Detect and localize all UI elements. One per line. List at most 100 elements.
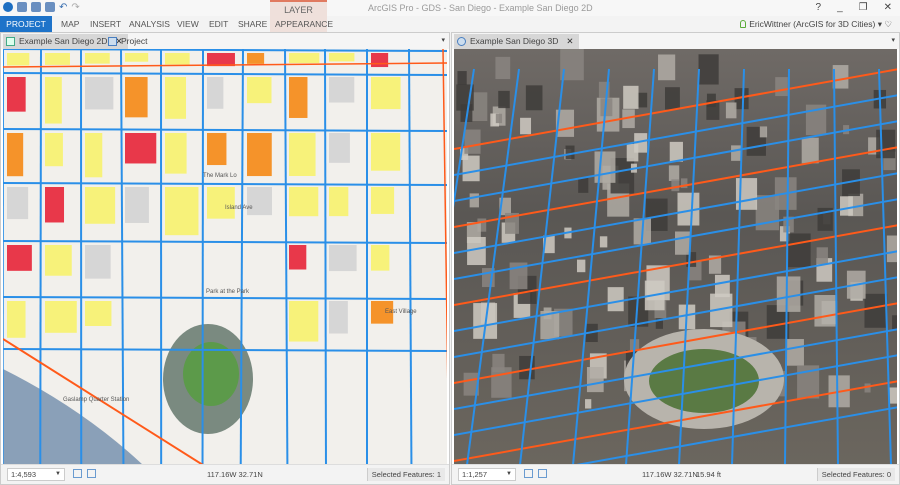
tab-project-pane[interactable]: Project [105, 34, 153, 49]
tab-label: Example San Diego 2D [19, 36, 108, 46]
3d-building [565, 145, 575, 160]
zoom-to-selection-icon[interactable] [524, 469, 533, 478]
3d-building [669, 141, 683, 162]
building-footprint [207, 77, 224, 109]
3d-building [520, 117, 532, 135]
selected-features[interactable]: Selected Features: 1 [366, 468, 445, 481]
map-label: The Mark Lo [203, 173, 237, 179]
3d-building [776, 276, 801, 312]
3d-building [775, 77, 788, 97]
building-footprint [7, 53, 30, 66]
building-footprint [371, 53, 389, 68]
building-footprint [7, 77, 26, 112]
user-icon [740, 20, 747, 28]
tab-example-san-diego-3d[interactable]: Example San Diego 3D ✕ [454, 34, 580, 49]
tab-analysis[interactable]: ANALYSIS [129, 16, 170, 32]
map-label: Island Ave [225, 205, 253, 211]
building-footprint [207, 53, 235, 67]
close-tab-icon[interactable]: ✕ [566, 36, 573, 46]
undo-icon[interactable]: ↶ [59, 2, 67, 13]
scale-selector[interactable]: 1:1,257 ▼ [458, 468, 516, 481]
3d-building [675, 231, 691, 255]
3d-building [658, 54, 676, 81]
3d-building [585, 399, 592, 409]
tab-map[interactable]: MAP [61, 16, 79, 32]
building-footprint [125, 133, 157, 164]
restore-button[interactable]: ❐ [859, 2, 868, 13]
tab-insert[interactable]: INSERT [90, 16, 121, 32]
3d-building [698, 54, 719, 85]
elevation: 15.94 ft [696, 470, 722, 479]
snapping-icon[interactable] [87, 469, 96, 478]
3d-building [664, 87, 680, 110]
map-canvas-2d[interactable]: The Mark Lo Island Ave Park at the Park … [3, 49, 447, 464]
building-footprint [85, 187, 116, 224]
3d-building [491, 367, 512, 398]
tab-edit[interactable]: EDIT [209, 16, 228, 32]
3d-building [731, 145, 742, 161]
building-footprint [165, 133, 187, 174]
3d-ballpark-field [649, 349, 759, 413]
3d-building [725, 102, 737, 119]
tab-project[interactable]: PROJECT [0, 16, 52, 32]
minimize-button[interactable]: _ [837, 2, 843, 13]
scene-canvas-3d[interactable] [454, 49, 897, 464]
new-project-icon[interactable] [17, 2, 27, 12]
feedback-icon[interactable]: ♡ [884, 19, 892, 29]
chevron-down-icon: ▼ [506, 471, 512, 477]
quick-access-toolbar: ↶ ↷ [3, 2, 80, 13]
3d-building [864, 293, 888, 328]
close-button[interactable]: ✕ [884, 2, 892, 13]
3d-building [576, 259, 586, 273]
user-account[interactable]: EricWittner (ArcGIS for 3D Cities) ▾ ♡ [740, 19, 892, 30]
building-footprint [7, 245, 32, 271]
3d-building [759, 126, 768, 138]
building-footprint [247, 133, 272, 177]
building-footprint [7, 187, 29, 220]
selected-features[interactable]: Selected Features: 0 [816, 468, 895, 481]
building-footprint [7, 133, 24, 177]
tab-view[interactable]: VIEW [177, 16, 199, 32]
coordinates: 117.16W 32.71N [642, 470, 698, 479]
building-footprint [289, 245, 307, 270]
building-footprint [207, 187, 235, 219]
3d-building [786, 339, 804, 366]
map-icon [6, 37, 15, 46]
snapping-icon[interactable] [538, 469, 547, 478]
3d-building [801, 137, 819, 164]
building-footprint [329, 187, 349, 217]
building-footprint [45, 187, 65, 223]
help-button[interactable]: ? [816, 2, 822, 13]
scale-selector[interactable]: 1:4,593 ▼ [7, 468, 65, 481]
3d-building [464, 129, 481, 154]
redo-icon[interactable]: ↷ [71, 2, 79, 13]
3d-building [876, 129, 896, 159]
tab-dropdown-icon[interactable]: ▾ [891, 36, 895, 44]
building-footprint [289, 133, 316, 177]
open-project-icon[interactable] [31, 2, 41, 12]
tab-dropdown-icon[interactable]: ▾ [441, 36, 445, 44]
user-caret-icon[interactable]: ▾ [878, 19, 882, 29]
3d-building [814, 295, 836, 327]
tab-appearance[interactable]: APPEARANCE [275, 16, 333, 32]
tab-label: Project [121, 36, 148, 46]
3d-building [469, 193, 479, 208]
building-footprint [45, 301, 77, 333]
building-footprint [289, 77, 308, 118]
tab-label: Example San Diego 3D [470, 36, 559, 46]
tab-share[interactable]: SHARE [238, 16, 267, 32]
3d-building [788, 233, 811, 268]
title-bar: ↶ ↷ LAYER ArcGIS Pro - GDS - San Diego -… [0, 0, 900, 32]
building-footprint [125, 77, 148, 118]
scale-value: 1:4,593 [11, 470, 37, 479]
save-project-icon[interactable] [45, 2, 55, 12]
zoom-to-selection-icon[interactable] [73, 469, 82, 478]
3d-building [599, 236, 608, 248]
building-footprint [85, 53, 110, 64]
building-footprint [289, 301, 319, 342]
chevron-down-icon: ▼ [55, 471, 61, 477]
3d-building [623, 85, 639, 109]
building-footprint [85, 77, 114, 110]
building-footprint [329, 245, 357, 272]
building-footprint [85, 245, 111, 279]
